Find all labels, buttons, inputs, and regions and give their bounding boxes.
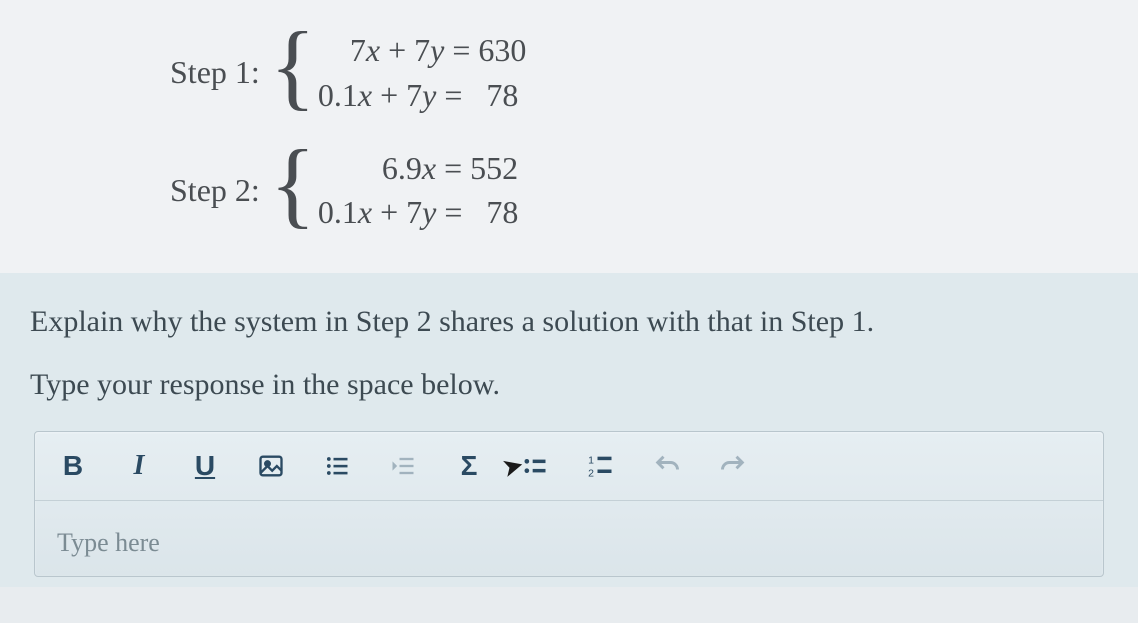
step-2-label: Step 2:: [170, 172, 260, 209]
step1-eq1: 7x + 7y = 630: [318, 28, 527, 73]
undo-button[interactable]: [647, 446, 687, 486]
response-editor: B I U: [34, 431, 1104, 577]
prompt-area: Explain why the system in Step 2 shares …: [0, 273, 1138, 587]
editor-placeholder: Type here: [57, 528, 160, 557]
left-brace: {: [270, 146, 316, 223]
editor-textarea[interactable]: Type here: [35, 501, 1103, 576]
step1-eq2: 0.1x + 7y = 78: [318, 73, 527, 118]
instruction-text: Type your response in the space below.: [30, 362, 1108, 407]
bullet-list-button[interactable]: [515, 446, 555, 486]
step-1-label: Step 1:: [170, 54, 260, 91]
special-chars-button[interactable]: [317, 446, 357, 486]
math-steps-area: Step 1: { 7x + 7y = 630 0.1x + 7y = 78 S…: [0, 0, 1138, 273]
numbered-list-button[interactable]: 1 2: [581, 446, 621, 486]
editor-toolbar: B I U: [35, 432, 1103, 501]
step-1-row: Step 1: { 7x + 7y = 630 0.1x + 7y = 78: [0, 28, 1138, 118]
step-2-row: Step 2: { 6.9x = 552 0.1x + 7y = 78: [0, 146, 1138, 236]
bold-button[interactable]: B: [53, 446, 93, 486]
image-button[interactable]: [251, 446, 291, 486]
left-brace: {: [270, 28, 316, 105]
step-2-system: { 6.9x = 552 0.1x + 7y = 78: [270, 146, 519, 236]
redo-button[interactable]: [713, 446, 753, 486]
question-text: Explain why the system in Step 2 shares …: [30, 299, 1108, 344]
svg-text:1: 1: [588, 455, 594, 467]
step2-eq2: 0.1x + 7y = 78: [318, 190, 519, 235]
step2-eq1: 6.9x = 552: [318, 146, 519, 191]
indent-button[interactable]: [383, 446, 423, 486]
italic-button[interactable]: I: [119, 446, 159, 486]
step-1-system: { 7x + 7y = 630 0.1x + 7y = 78: [270, 28, 527, 118]
underline-button[interactable]: U: [185, 446, 225, 486]
svg-text:2: 2: [588, 468, 594, 480]
sigma-button[interactable]: Σ: [449, 446, 489, 486]
